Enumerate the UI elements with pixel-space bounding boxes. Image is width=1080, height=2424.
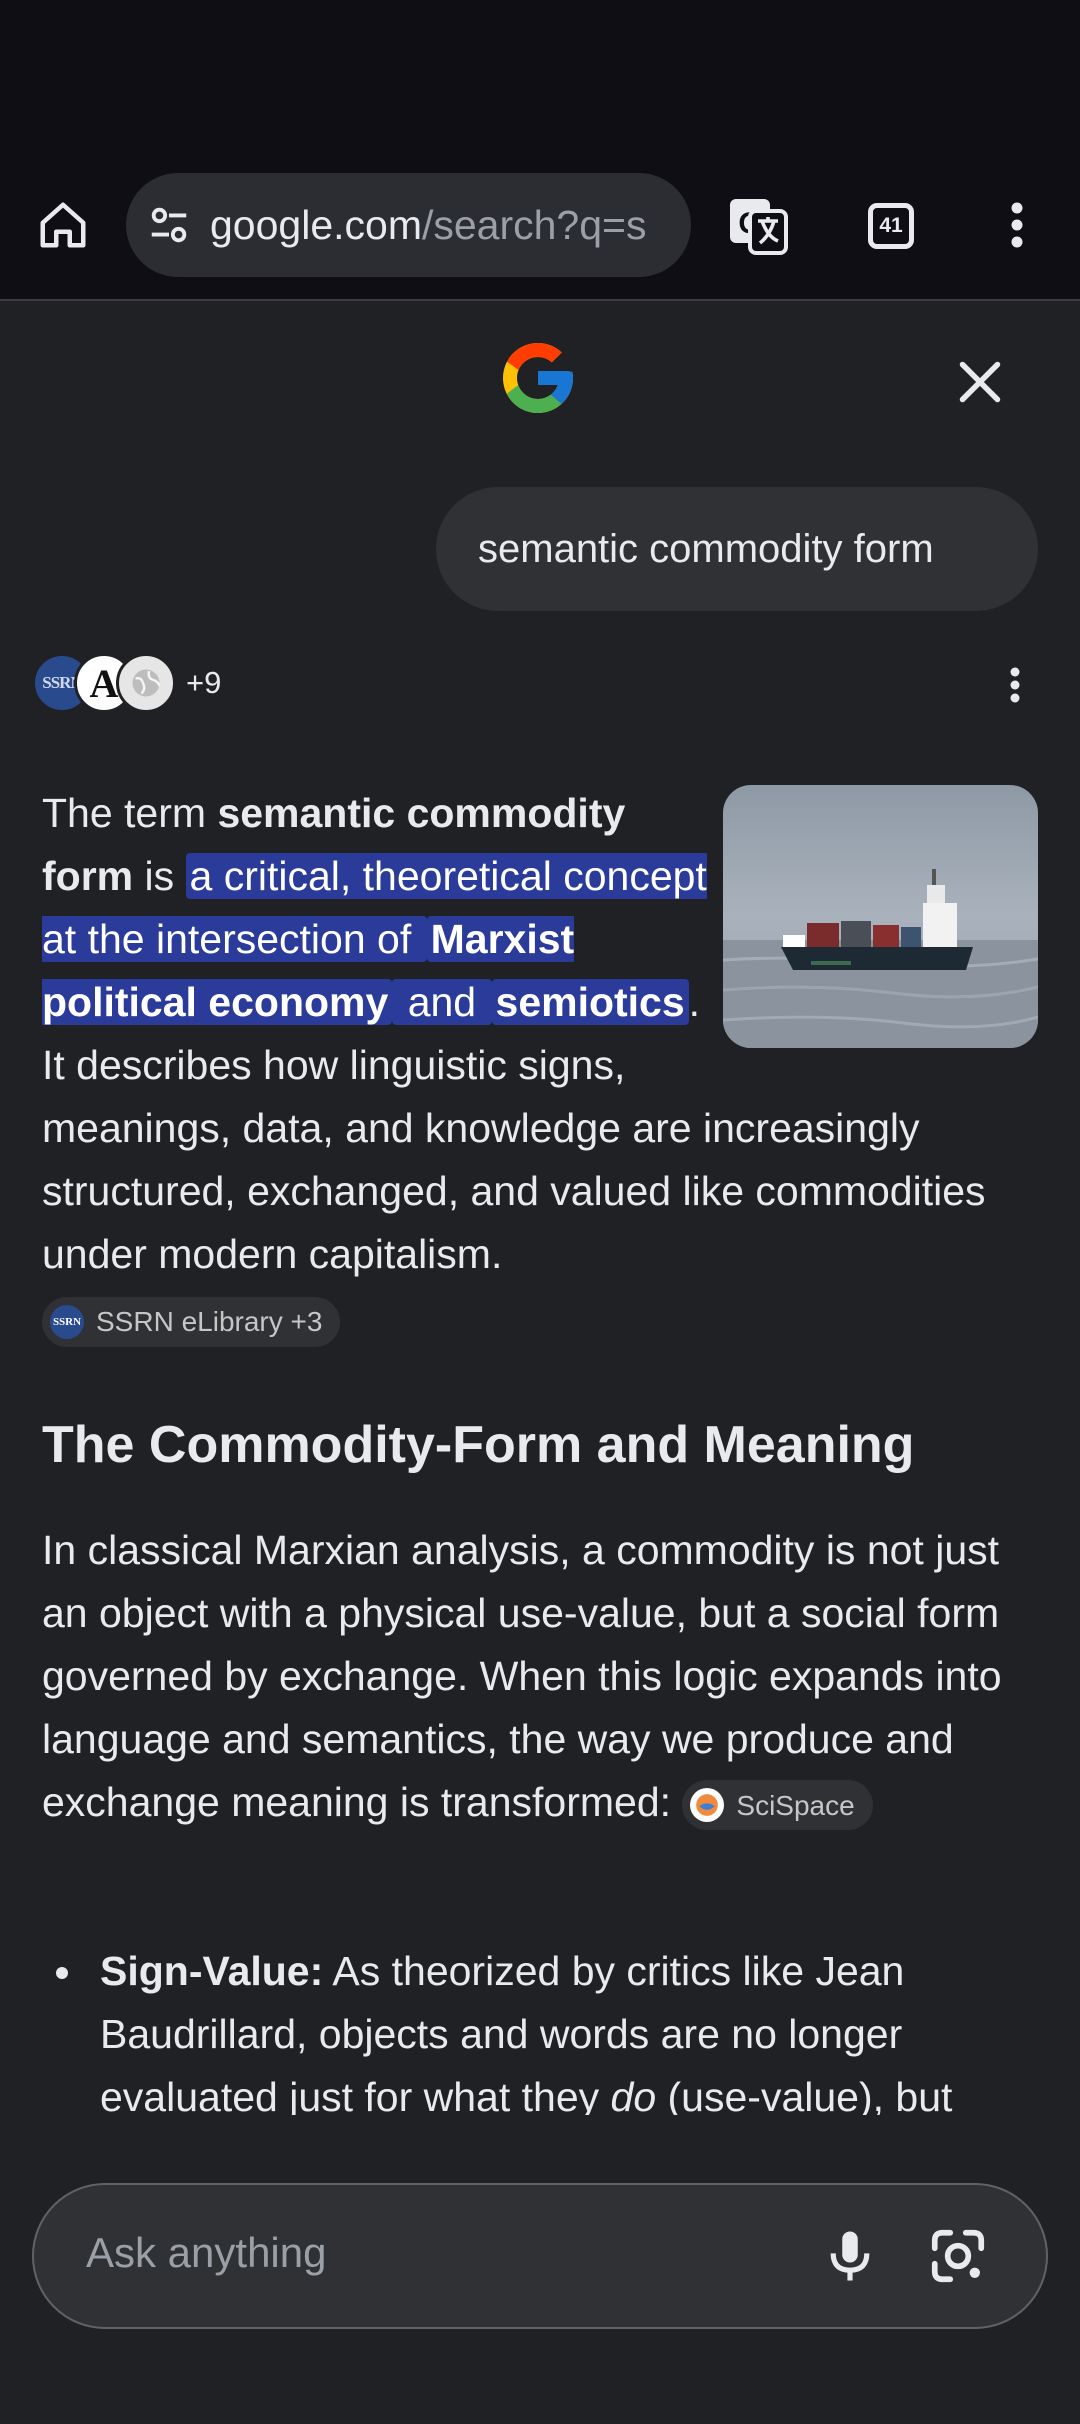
list-item: Sign-Value: As theorized by critics like… (42, 1940, 1052, 2115)
citation-chip-label: SciSpace (736, 1789, 855, 1821)
citation-chip-label: SSRN eLibrary +3 (96, 1306, 323, 1337)
answer-thumbnail-image[interactable] (723, 785, 1038, 1048)
url-bar[interactable]: google.com/search?q=s (126, 173, 691, 277)
more-vert-icon (1011, 202, 1023, 248)
bullet-text-b: (use-value), but (656, 2074, 953, 2115)
tab-count: 41 (879, 214, 903, 237)
scispace-icon (690, 1788, 725, 1823)
tab-switcher-button[interactable]: 41 (868, 203, 914, 249)
bullet-text: Sign-Value: As theorized by critics like… (100, 1940, 1052, 2115)
translate-icon: G (730, 199, 788, 255)
bullet-text-em: do (610, 2074, 657, 2115)
user-query-text: semantic commodity form (478, 526, 934, 571)
citation-chip-scispace[interactable]: SciSpace (682, 1780, 873, 1831)
tune-icon[interactable] (146, 202, 192, 248)
status-bar (0, 0, 1080, 165)
mic-icon[interactable] (819, 2225, 881, 2287)
source-avatar-a-label: A (89, 660, 119, 706)
section-heading: The Commodity-Form and Meaning (42, 1416, 915, 1474)
browser-menu-button[interactable] (995, 193, 1039, 257)
ask-input[interactable]: Ask anything (32, 2183, 1048, 2329)
ask-input-placeholder: Ask anything (86, 2229, 327, 2276)
bullet-term: Sign-Value: (100, 1948, 324, 1994)
home-icon (40, 202, 86, 248)
ssrn-icon: SSRN (50, 1305, 84, 1339)
section-paragraph: In classical Marxian analysis, a commodi… (42, 1519, 1052, 1834)
globe-icon (132, 669, 161, 697)
section-paragraph-text: In classical Marxian analysis, a commodi… (42, 1527, 1002, 1825)
sources-more-count: +9 (186, 665, 222, 700)
lens-icon[interactable] (927, 2225, 989, 2287)
translate-button[interactable]: G (726, 193, 790, 257)
bullet-dot (56, 1967, 68, 1979)
sources-avatars[interactable]: SSRN A +9 (32, 652, 221, 714)
google-logo (503, 343, 573, 413)
more-vert-icon (1010, 667, 1020, 703)
url-path: /search?q=s (421, 201, 647, 248)
answer-highlight-4[interactable]: semiotics (491, 979, 689, 1025)
citation-chip-ssrn[interactable]: SSRN SSRN eLibrary +3 (42, 1297, 341, 1347)
answer-text-1: The term (42, 790, 218, 836)
answer-text-2: is (133, 853, 186, 899)
ssrn-icon-label: SSRN (52, 1316, 82, 1328)
close-icon[interactable] (950, 352, 1010, 412)
source-avatar-globe (116, 653, 176, 713)
url-text[interactable]: google.com/search?q=s (210, 202, 646, 249)
browser-toolbar: google.com/search?q=s G 41 (0, 165, 1080, 301)
url-domain: google.com (210, 201, 422, 248)
container-ship-image (723, 785, 1038, 1048)
answer-highlight-3[interactable]: and (392, 979, 492, 1025)
response-menu-button[interactable] (1000, 660, 1030, 710)
user-query-bubble: semantic commodity form (436, 487, 1038, 611)
home-button[interactable] (30, 192, 96, 258)
